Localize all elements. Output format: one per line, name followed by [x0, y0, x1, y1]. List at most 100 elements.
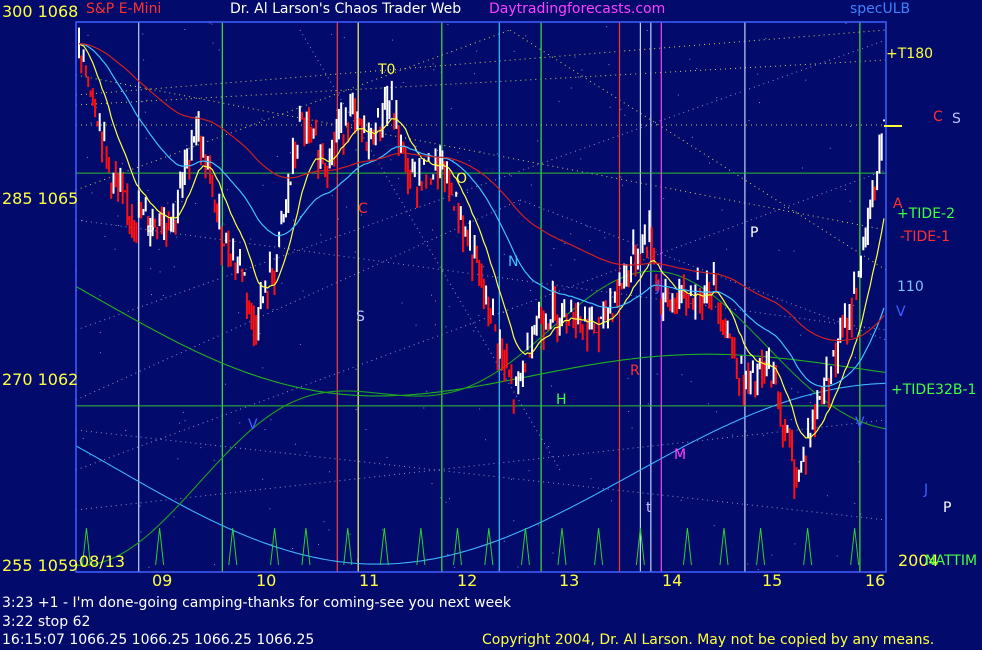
background-dot [435, 300, 436, 302]
site-link[interactable]: Daytradingforecasts.com [489, 1, 665, 17]
background-dot [195, 203, 197, 204]
background-dot [218, 49, 220, 51]
nattim-label: NATTIM [925, 553, 978, 569]
background-dot [382, 529, 383, 531]
date-label: 08/13 [79, 552, 126, 571]
background-dot [551, 385, 552, 387]
background-dot [426, 390, 428, 392]
background-dot [147, 189, 149, 191]
background-dot [306, 451, 308, 453]
background-dot [656, 373, 658, 375]
j-marker: J [656, 279, 661, 295]
background-dot [162, 295, 164, 296]
t-marker: t [646, 500, 652, 516]
background-dot [479, 408, 481, 410]
x-tick-label: 11 [359, 571, 380, 590]
background-dot [354, 251, 356, 253]
background-dot [144, 111, 146, 113]
background-dot [716, 97, 718, 99]
background-dot [809, 402, 811, 403]
status-line-2: 3:22 stop 62 [2, 614, 91, 630]
background-dot [402, 82, 404, 83]
background-dot [142, 33, 144, 35]
background-dot [433, 69, 435, 71]
background-dot [574, 259, 576, 261]
background-dot [757, 73, 759, 75]
tide-spike [452, 527, 462, 566]
background-dot [276, 156, 278, 157]
background-dot [468, 159, 470, 161]
background-dot [577, 76, 579, 78]
fan-line [75, 74, 887, 231]
background-dot [478, 314, 480, 316]
fan-line [75, 419, 887, 511]
background-dot [250, 238, 252, 240]
background-dot [528, 470, 530, 472]
background-dot [553, 248, 555, 249]
status-line-1: 3:23 +1 - I'm done-going camping-thanks … [2, 595, 511, 611]
background-dot [829, 147, 831, 149]
x-tick-label: 16 [865, 571, 886, 590]
background-dot [270, 543, 272, 545]
tide2-label: +TIDE-2 [897, 206, 955, 222]
background-dot [295, 443, 296, 445]
background-dot [281, 282, 283, 284]
background-dot [473, 330, 475, 332]
chart-window: S&P E-Mini Dr. Al Larson's Chaos Trader … [0, 0, 982, 650]
fan-line [299, 29, 561, 471]
background-dot [262, 478, 264, 480]
background-dot [836, 555, 838, 557]
background-dot [125, 429, 127, 431]
background-dot [454, 566, 456, 568]
background-dot [763, 435, 765, 437]
status-line-3: 16:15:07 1066.25 1066.25 1066.25 1066.25 [2, 632, 315, 648]
background-dot [627, 377, 629, 379]
background-dot [302, 290, 304, 292]
t0-marker: T0 [378, 62, 396, 78]
background-dot [713, 525, 715, 527]
background-dot [479, 151, 481, 153]
background-dot [622, 184, 623, 186]
background-dot [142, 101, 144, 103]
background-dot [213, 459, 215, 461]
background-dot [570, 87, 572, 89]
background-dot [151, 294, 152, 296]
background-dot [262, 367, 264, 369]
background-dot [691, 136, 693, 138]
background-dot [732, 434, 734, 436]
background-dot [800, 334, 802, 336]
background-dot [513, 520, 515, 522]
background-dot [145, 137, 147, 139]
background-dot [431, 294, 432, 296]
background-dot [606, 26, 608, 28]
background-dot [450, 108, 452, 110]
background-dot [849, 200, 851, 202]
background-dot [117, 225, 119, 226]
background-dot [355, 149, 357, 151]
background-dot [423, 407, 425, 409]
background-dot [765, 37, 767, 39]
background-dot [854, 502, 856, 504]
background-dot [331, 195, 333, 197]
tide-spike [682, 527, 692, 566]
background-dot [225, 383, 226, 385]
y-tick-label: 270 1062 [2, 370, 79, 389]
background-dot [529, 290, 531, 291]
tide-spike [520, 527, 530, 566]
y-tick-label: 285 1065 [2, 189, 79, 208]
background-dot [99, 295, 101, 297]
background-dot [721, 209, 723, 211]
background-dot [445, 326, 447, 328]
fan-line [75, 59, 887, 106]
background-dot [707, 403, 709, 405]
background-dot [346, 206, 348, 208]
background-dot [173, 516, 175, 518]
background-dot [293, 219, 294, 221]
background-dot [844, 189, 846, 190]
background-dot [608, 64, 610, 66]
background-dot [114, 248, 116, 250]
background-dot [850, 126, 852, 127]
background-dot [140, 531, 142, 533]
fan-line [75, 429, 887, 521]
background-dot [609, 106, 611, 108]
